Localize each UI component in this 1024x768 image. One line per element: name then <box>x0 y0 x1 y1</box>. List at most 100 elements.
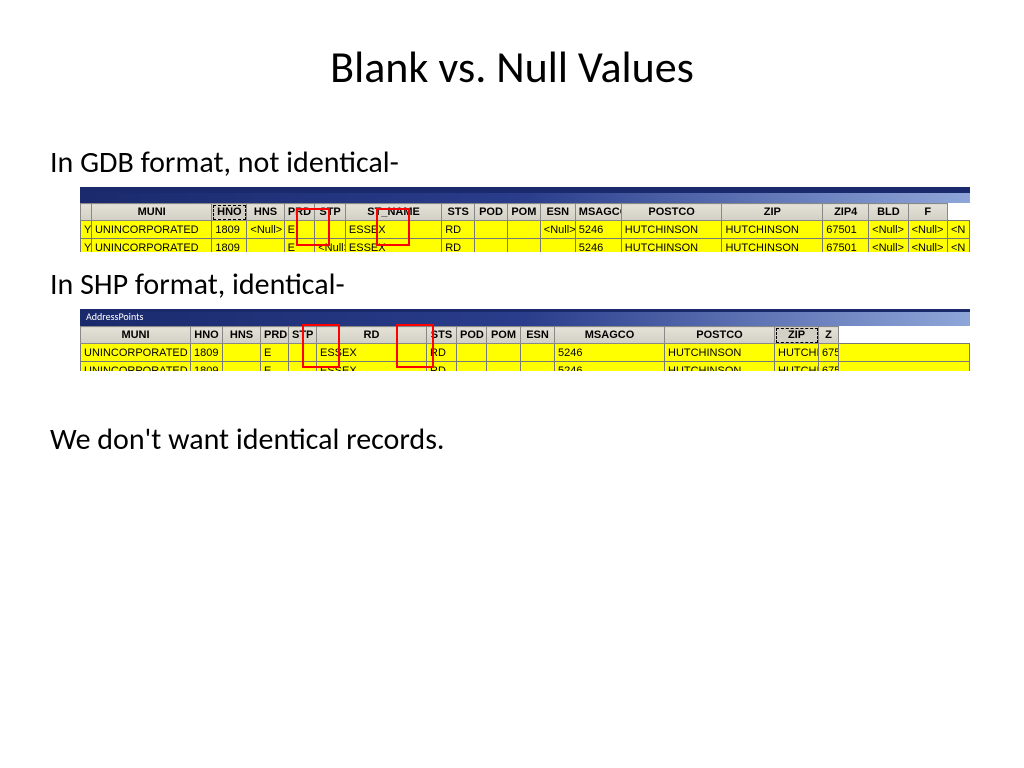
cell[interactable]: RD <box>427 344 457 362</box>
cell[interactable]: ESSEX <box>317 344 427 362</box>
cell[interactable] <box>289 362 317 372</box>
col-header[interactable]: Z <box>819 327 839 344</box>
cell[interactable]: ESSEX <box>317 362 427 372</box>
table-gdb: MUNIHNOHNSPRDSTPST_NAMESTSPODPOMESNMSAGC… <box>80 203 970 252</box>
cell[interactable]: 67501 <box>823 221 869 239</box>
col-header[interactable]: HNS <box>223 327 261 344</box>
col-header[interactable]: MUNI <box>91 204 211 221</box>
table-shp: MUNIHNOHNSPRDSTPRDSTSPODPOMESNMSAGCOPOST… <box>80 326 970 371</box>
col-header[interactable]: POSTCO <box>665 327 775 344</box>
col-header[interactable]: F <box>908 204 947 221</box>
cell[interactable]: 5246 <box>575 221 621 239</box>
cell[interactable]: HUTCHINSON <box>722 239 823 253</box>
col-header[interactable]: POD <box>457 327 487 344</box>
cell[interactable]: 5246 <box>555 362 665 372</box>
cell[interactable]: HUTCHINSON <box>775 344 819 362</box>
table-row[interactable]: UNINCORPORATED1809EESSEXRD5246HUTCHINSON… <box>81 344 970 362</box>
cell[interactable]: <Null> <box>869 239 908 253</box>
cell[interactable]: <Null> <box>315 239 346 253</box>
col-header[interactable]: ZIP <box>775 327 819 344</box>
cell[interactable] <box>457 362 487 372</box>
cell[interactable]: <N <box>947 239 969 253</box>
cell[interactable] <box>289 344 317 362</box>
cell[interactable]: HUTCHINSON <box>722 221 823 239</box>
cell[interactable] <box>223 344 261 362</box>
col-header[interactable]: STS <box>442 204 475 221</box>
col-header[interactable]: POD <box>475 204 508 221</box>
cell[interactable]: ESSEX <box>345 221 441 239</box>
cell[interactable] <box>521 344 555 362</box>
cell[interactable] <box>247 239 284 253</box>
cell[interactable] <box>475 221 508 239</box>
cell[interactable]: HUTCHINSON <box>775 362 819 372</box>
cell[interactable] <box>839 362 970 372</box>
cell[interactable]: E <box>284 221 315 239</box>
cell[interactable]: RD <box>442 239 475 253</box>
cell[interactable] <box>540 239 575 253</box>
col-header[interactable]: ESN <box>540 204 575 221</box>
cell[interactable] <box>839 344 970 362</box>
table-row[interactable]: YUNINCORPORATED1809E<Null>ESSEXRD5246HUT… <box>81 239 970 253</box>
cell[interactable]: 67501 <box>819 344 839 362</box>
cell[interactable]: UNINCORPORATED <box>81 362 191 372</box>
cell[interactable]: 5246 <box>575 239 621 253</box>
cell[interactable]: UNINCORPORATED <box>91 221 211 239</box>
col-header[interactable]: STP <box>289 327 317 344</box>
col-header[interactable]: POM <box>487 327 521 344</box>
col-header[interactable]: ST_NAME <box>345 204 441 221</box>
cell[interactable]: <Null> <box>869 221 908 239</box>
col-header[interactable]: BLD <box>869 204 908 221</box>
cell[interactable]: 67501 <box>823 239 869 253</box>
table-row[interactable]: UNINCORPORATED1809EESSEXRD5246HUTCHINSON… <box>81 362 970 372</box>
cell[interactable]: E <box>284 239 315 253</box>
cell[interactable] <box>507 239 540 253</box>
cell[interactable]: RD <box>442 221 475 239</box>
col-header[interactable]: POSTCO <box>621 204 722 221</box>
cell[interactable]: <Null> <box>247 221 284 239</box>
col-header[interactable]: STP <box>315 204 346 221</box>
col-header[interactable]: HNO <box>191 327 223 344</box>
col-header[interactable]: MSAGCO <box>575 204 621 221</box>
cell[interactable] <box>315 221 346 239</box>
col-header[interactable]: RD <box>317 327 427 344</box>
cell[interactable]: UNINCORPORATED <box>81 344 191 362</box>
cell[interactable]: HUTCHINSON <box>621 239 722 253</box>
col-header[interactable]: ESN <box>521 327 555 344</box>
col-header[interactable]: PRD <box>284 204 315 221</box>
cell[interactable] <box>475 239 508 253</box>
cell[interactable] <box>223 362 261 372</box>
cell[interactable]: 67501 <box>819 362 839 372</box>
cell[interactable]: ESSEX <box>345 239 441 253</box>
cell[interactable]: 1809 <box>212 221 247 239</box>
cell[interactable] <box>521 362 555 372</box>
col-header[interactable]: ZIP4 <box>823 204 869 221</box>
cell[interactable]: HUTCHINSON <box>621 221 722 239</box>
cell[interactable]: 1809 <box>191 344 223 362</box>
cell[interactable] <box>487 344 521 362</box>
col-header[interactable]: MSAGCO <box>555 327 665 344</box>
cell[interactable]: E <box>261 344 289 362</box>
cell[interactable] <box>457 344 487 362</box>
cell[interactable] <box>487 362 521 372</box>
col-header[interactable]: HNS <box>247 204 284 221</box>
cell[interactable]: <Null> <box>540 221 575 239</box>
col-header[interactable]: POM <box>507 204 540 221</box>
cell[interactable] <box>507 221 540 239</box>
col-header[interactable]: PRD <box>261 327 289 344</box>
cell[interactable]: HUTCHINSON <box>665 344 775 362</box>
cell[interactable]: HUTCHINSON <box>665 362 775 372</box>
cell[interactable]: <Null> <box>908 221 947 239</box>
cell[interactable]: <N <box>947 221 969 239</box>
cell[interactable]: 1809 <box>212 239 247 253</box>
cell[interactable]: <Null> <box>908 239 947 253</box>
col-header[interactable]: MUNI <box>81 327 191 344</box>
cell[interactable]: 1809 <box>191 362 223 372</box>
cell[interactable]: UNINCORPORATED <box>91 239 211 253</box>
cell[interactable]: RD <box>427 362 457 372</box>
table-row[interactable]: YUNINCORPORATED1809<Null>EESSEXRD<Null>5… <box>81 221 970 239</box>
col-header[interactable]: HNO <box>212 204 247 221</box>
col-header[interactable]: ZIP <box>722 204 823 221</box>
cell[interactable]: 5246 <box>555 344 665 362</box>
col-header[interactable]: STS <box>427 327 457 344</box>
cell[interactable]: E <box>261 362 289 372</box>
